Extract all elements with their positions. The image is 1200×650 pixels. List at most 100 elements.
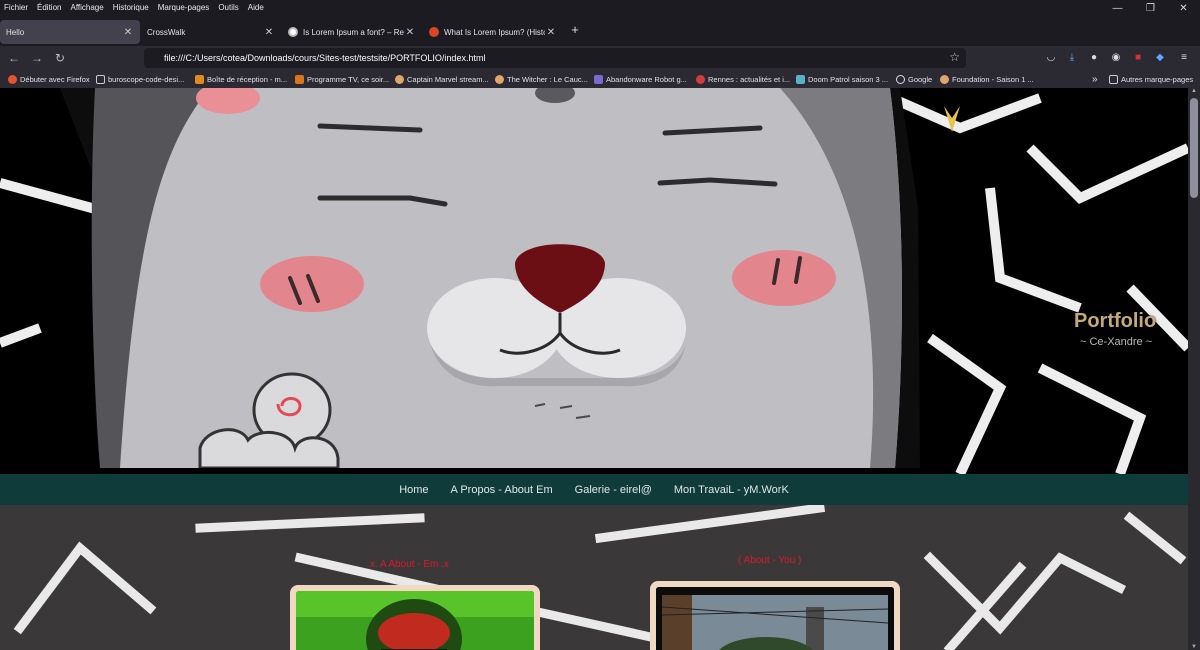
site-icon [395,74,404,84]
site-icon [594,74,603,84]
tv-icon [295,74,304,84]
menu-marque-pages[interactable]: Marque-pages [154,3,215,12]
menu-aide[interactable]: Aide [244,3,269,12]
tab-title: CrossWalk [147,27,186,37]
scrollbar-thumb[interactable] [1190,98,1198,198]
content-area: x. A About - Em .x ( About - You ) [0,505,1188,650]
minimize-button[interactable]: — [1101,0,1134,16]
about-me-title: x. A About - Em .x [370,559,449,570]
folder-icon [1109,74,1118,84]
tab-hello[interactable]: Hello ✕ [0,20,140,44]
bookmark-label: Rennes : actualités et i... [708,74,791,84]
bookmark-label: Autres marque-pages [1121,74,1194,84]
bookmark-item[interactable]: Débuter avec Firefox [8,73,90,85]
bookmark-label: buroscope-code-desi... [108,74,185,84]
cat-illustration [60,88,920,468]
site-icon [495,74,504,84]
globe-icon [896,74,905,84]
bookmark-label: The Witcher : Le Cauc... [507,74,588,84]
menu-fichier[interactable]: Fichier [0,3,33,12]
site-icon [940,74,949,84]
extension-c-icon[interactable]: ● [1086,50,1102,66]
url-input[interactable] [164,48,944,68]
tab-title: Hello [6,27,25,37]
bookmark-label: Abandonware Robot g... [606,74,687,84]
close-tab-icon[interactable]: ✕ [263,27,275,38]
bookmark-label: Doom Patrol saison 3 ... [808,74,889,84]
new-tab-button[interactable]: + [568,22,582,40]
menu-historique[interactable]: Historique [109,3,154,12]
bookmark-item[interactable]: Doom Patrol saison 3 ... [796,73,888,85]
extension-puzzle-icon[interactable]: ◆ [1152,50,1168,66]
menu-affichage[interactable]: Affichage [66,3,108,12]
nav-home[interactable]: Home [399,484,428,496]
other-bookmarks[interactable]: Autres marque-pages [1109,73,1193,85]
scroll-down-icon[interactable]: ▼ [1190,644,1198,650]
about-you-card [650,581,900,650]
close-tab-icon[interactable]: ✕ [122,27,134,38]
hero-banner: Portfolio ~ Ce-Xandre ~ [0,88,1188,474]
bookmarks-toolbar: Débuter avec Firefox buroscope-code-desi… [0,70,1200,88]
street-photo [656,587,894,650]
menu-edition[interactable]: Édition [33,3,66,12]
about-me-card [290,585,540,650]
bookmark-item[interactable]: Rennes : actualités et i... [696,73,790,85]
site-navigation: Home A Propos - About Em Galerie - eirel… [0,474,1188,505]
tab-crosswalk[interactable]: CrossWalk ✕ [141,20,281,44]
bookmark-item[interactable]: buroscope-code-desi... [96,73,184,85]
tab-lorem-font[interactable]: Is Lorem Ipsum a font? – Recher ✕ [282,20,422,44]
site-icon [796,74,805,84]
page-scrollbar[interactable]: ▲ ▼ [1188,88,1200,650]
bookmark-item[interactable]: Abandonware Robot g... [594,73,687,85]
page-viewport: Portfolio ~ Ce-Xandre ~ Home A Propos - … [0,88,1188,650]
extension-ghost-icon[interactable]: ◉ [1108,50,1124,66]
hero-subtitle: ~ Ce-Xandre ~ [1080,336,1153,348]
mail-icon [195,74,204,84]
ublock-icon[interactable]: ■ [1130,50,1146,66]
profile-photo [296,591,534,650]
navigation-toolbar: ← → ↻ ☆ ◡ ⤓ ● ◉ ■ ◆ ≡ [0,46,1200,70]
nav-about[interactable]: A Propos - About Em [451,484,553,496]
site-favicon-icon [429,27,439,37]
bookmark-item[interactable]: Captain Marvel stream... [395,73,489,85]
bookmark-item[interactable]: The Witcher : Le Cauc... [495,73,588,85]
reload-icon[interactable]: ↻ [52,50,68,66]
bookmark-star-icon[interactable]: ☆ [949,50,960,64]
bookmark-label: Foundation - Saison 1 ... [952,74,1034,84]
scroll-up-icon[interactable]: ▲ [1190,88,1198,94]
tab-what-is-lorem[interactable]: What Is Lorem Ipsum? (History, ✕ [423,20,563,44]
bookmark-label: Boîte de réception - m... [207,74,288,84]
close-tab-icon[interactable]: ✕ [545,27,557,38]
about-you-title: ( About - You ) [738,555,802,566]
google-icon [288,27,298,37]
hero-title: Portfolio [1074,310,1157,332]
menu-bar: Fichier Édition Affichage Historique Mar… [0,0,1200,14]
bookmark-label: Captain Marvel stream... [407,74,489,84]
forward-arrow-icon[interactable]: → [29,50,45,66]
menu-outils[interactable]: Outils [214,3,243,12]
tab-title: Is Lorem Ipsum a font? – Recher [303,27,404,37]
bookmark-item[interactable]: Google [896,73,932,85]
tab-title: What Is Lorem Ipsum? (History, [444,27,545,37]
window-controls: — ❐ ✕ [1101,0,1200,16]
hamburger-menu-icon[interactable]: ≡ [1176,50,1192,66]
download-icon[interactable]: ⤓ [1064,50,1080,66]
bookmark-item[interactable]: Foundation - Saison 1 ... [940,73,1034,85]
bookmark-label: Débuter avec Firefox [20,74,90,84]
site-icon [696,74,705,84]
pocket-icon[interactable]: ◡ [1043,50,1059,66]
nav-gallery[interactable]: Galerie - eirel@ [575,484,652,496]
firefox-icon [8,74,17,84]
bookmark-label: Google [908,74,933,84]
bookmark-item[interactable]: Boîte de réception - m... [195,73,287,85]
folder-icon [96,74,105,84]
address-bar[interactable]: ☆ [144,48,966,68]
bookmark-item[interactable]: Programme TV, ce soir... [295,73,389,85]
bookmarks-overflow-button[interactable]: » [1092,73,1098,85]
close-window-button[interactable]: ✕ [1167,0,1200,16]
back-arrow-icon[interactable]: ← [6,50,22,66]
nav-work[interactable]: Mon TravaiL - yM.WorK [674,484,789,496]
tab-bar: Hello ✕ CrossWalk ✕ Is Lorem Ipsum a fon… [0,18,1200,45]
close-tab-icon[interactable]: ✕ [404,27,416,38]
restore-button[interactable]: ❐ [1134,0,1167,16]
